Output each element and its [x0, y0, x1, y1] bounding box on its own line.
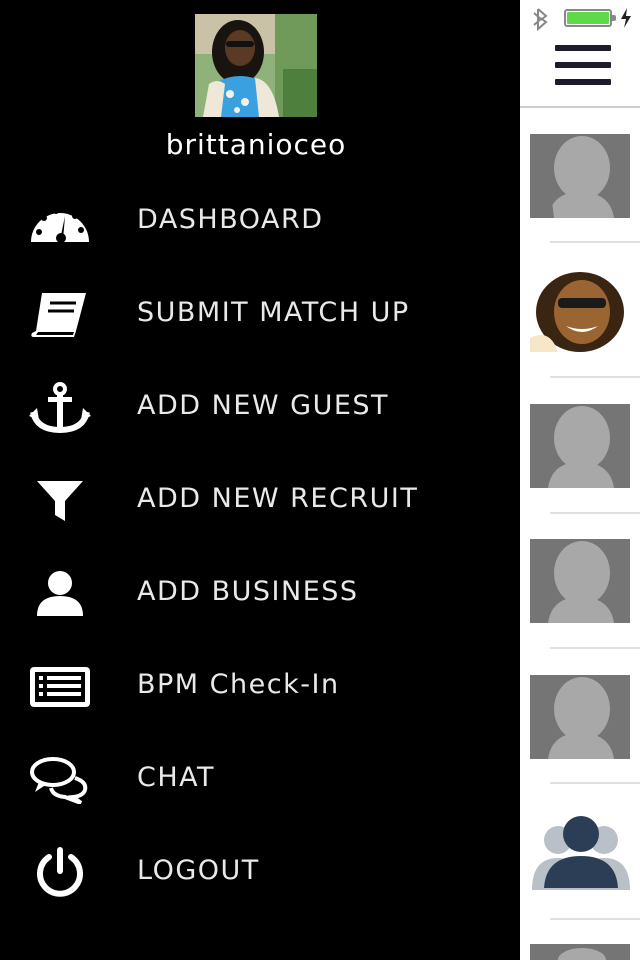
list-divider: [550, 512, 640, 514]
contact-avatar-placeholder[interactable]: [530, 134, 630, 218]
dashboard-gauge-icon: [28, 195, 92, 249]
menu-icon-bar: [555, 62, 611, 68]
chat-bubbles-icon: [28, 753, 92, 807]
book-icon: [28, 288, 92, 342]
menu-item-dashboard[interactable]: DASHBOARD: [0, 182, 520, 262]
menu-item-bpm-check-in[interactable]: BPM Check-In: [0, 647, 520, 727]
battery-icon: [564, 9, 616, 27]
user-icon: [28, 567, 92, 621]
charging-bolt-icon: [621, 8, 631, 28]
list-divider: [550, 918, 640, 920]
profile-photo[interactable]: [195, 14, 317, 117]
power-icon: [28, 846, 92, 900]
group-avatar-icon[interactable]: [530, 810, 630, 894]
list-divider: [550, 376, 640, 378]
menu-item-add-business[interactable]: ADD BUSINESS: [0, 554, 520, 634]
menu-item-label: ADD BUSINESS: [137, 576, 359, 607]
menu-item-label: ADD NEW GUEST: [137, 390, 390, 421]
contact-avatar-photo[interactable]: [530, 268, 630, 352]
divider: [520, 106, 640, 108]
menu-item-add-new-guest[interactable]: ADD NEW GUEST: [0, 368, 520, 448]
list-card-icon: [28, 660, 92, 714]
menu-item-label: ADD NEW RECRUIT: [137, 483, 419, 514]
menu-item-label: CHAT: [137, 762, 216, 793]
menu-item-submit-match-up[interactable]: SUBMIT MATCH UP: [0, 275, 520, 355]
contact-avatar-placeholder[interactable]: [530, 944, 630, 960]
list-divider: [550, 647, 640, 649]
navigation-drawer: brittanioceo DASHBOARD SUBMIT MATCH UP A…: [0, 0, 520, 960]
contact-avatar-placeholder[interactable]: [530, 539, 630, 623]
list-divider: [550, 782, 640, 784]
list-divider: [550, 241, 640, 243]
menu-item-logout[interactable]: LOGOUT: [0, 833, 520, 913]
menu-icon-bar: [555, 79, 611, 85]
menu-item-label: LOGOUT: [137, 855, 260, 886]
main-content-panel: [520, 0, 640, 960]
filter-icon: [28, 474, 92, 528]
username-label: brittanioceo: [165, 128, 347, 161]
menu-item-label: BPM Check-In: [137, 669, 340, 700]
menu-icon-bar: [555, 45, 611, 51]
menu-item-chat[interactable]: CHAT: [0, 740, 520, 820]
contact-avatar-placeholder[interactable]: [530, 404, 630, 488]
menu-item-label: DASHBOARD: [137, 204, 324, 235]
menu-item-add-new-recruit[interactable]: ADD NEW RECRUIT: [0, 461, 520, 541]
hamburger-menu-button[interactable]: [555, 45, 613, 93]
status-bar: [520, 0, 640, 36]
anchor-icon: [28, 381, 92, 435]
contact-avatar-placeholder[interactable]: [530, 675, 630, 759]
menu-item-label: SUBMIT MATCH UP: [137, 297, 410, 328]
